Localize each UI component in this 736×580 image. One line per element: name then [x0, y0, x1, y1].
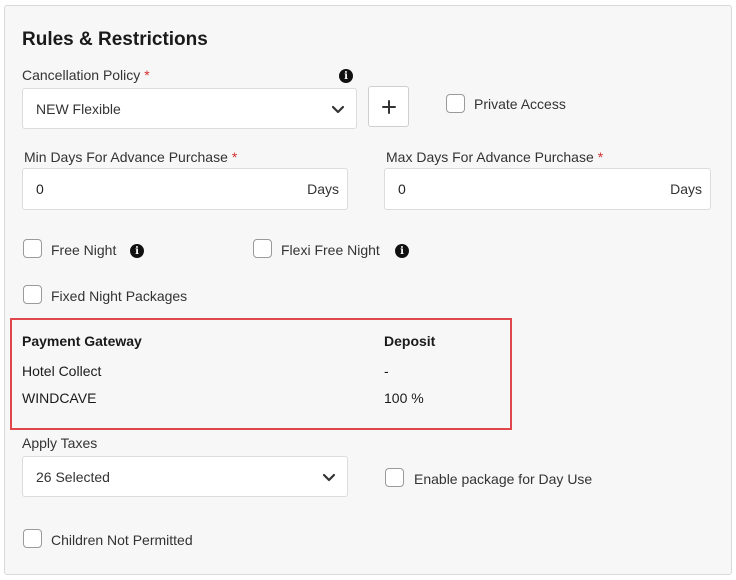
info-icon[interactable]: i — [395, 244, 409, 258]
table-row-gateway: Hotel Collect — [22, 363, 102, 379]
max-days-label: Max Days For Advance Purchase * — [386, 149, 604, 165]
cancellation-policy-value: NEW Flexible — [36, 100, 121, 117]
enable-day-use-checkbox[interactable] — [385, 468, 404, 487]
apply-taxes-select[interactable]: 26 Selected — [22, 456, 348, 497]
apply-taxes-value: 26 Selected — [36, 468, 110, 485]
free-night-label: Free Night — [51, 242, 117, 258]
section-title: Rules & Restrictions — [22, 29, 208, 50]
max-days-suffix: Days — [670, 181, 702, 197]
free-night-checkbox[interactable] — [23, 239, 42, 258]
apply-taxes-label: Apply Taxes — [22, 435, 98, 451]
cancellation-policy-select[interactable]: NEW Flexible — [22, 88, 357, 129]
flexi-free-night-checkbox[interactable] — [253, 239, 272, 258]
table-row-gateway: WINDCAVE — [22, 390, 97, 406]
min-days-input[interactable]: 0 Days — [22, 168, 348, 210]
info-icon[interactable]: i — [130, 244, 144, 258]
min-days-suffix: Days — [307, 181, 339, 197]
table-row-deposit: - — [384, 363, 389, 379]
fixed-night-packages-label: Fixed Night Packages — [51, 288, 188, 304]
enable-day-use-label: Enable package for Day Use — [414, 471, 593, 487]
min-days-value: 0 — [36, 181, 44, 197]
required-mark: * — [144, 67, 150, 83]
payment-gateway-header: Payment Gateway — [22, 333, 142, 349]
table-row-deposit: 100 % — [384, 390, 424, 406]
children-not-permitted-label: Children Not Permitted — [51, 532, 193, 548]
chevron-down-icon[interactable] — [320, 89, 356, 128]
fixed-night-packages-checkbox[interactable] — [23, 285, 42, 304]
private-access-label: Private Access — [474, 96, 566, 112]
flexi-free-night-label: Flexi Free Night — [281, 242, 380, 258]
chevron-down-icon[interactable] — [311, 457, 347, 496]
deposit-header: Deposit — [384, 333, 436, 349]
max-days-value: 0 — [398, 181, 406, 197]
required-mark: * — [597, 149, 604, 165]
min-days-label: Min Days For Advance Purchase * — [24, 149, 238, 165]
private-access-checkbox[interactable] — [446, 94, 465, 113]
children-not-permitted-checkbox[interactable] — [23, 529, 42, 548]
plus-icon — [381, 99, 396, 114]
required-mark: * — [231, 149, 238, 165]
max-days-input[interactable]: 0 Days — [384, 168, 711, 210]
add-cancellation-policy-button[interactable] — [368, 86, 409, 127]
info-icon[interactable]: i — [339, 69, 353, 83]
cancellation-policy-label: Cancellation Policy * — [22, 67, 150, 83]
